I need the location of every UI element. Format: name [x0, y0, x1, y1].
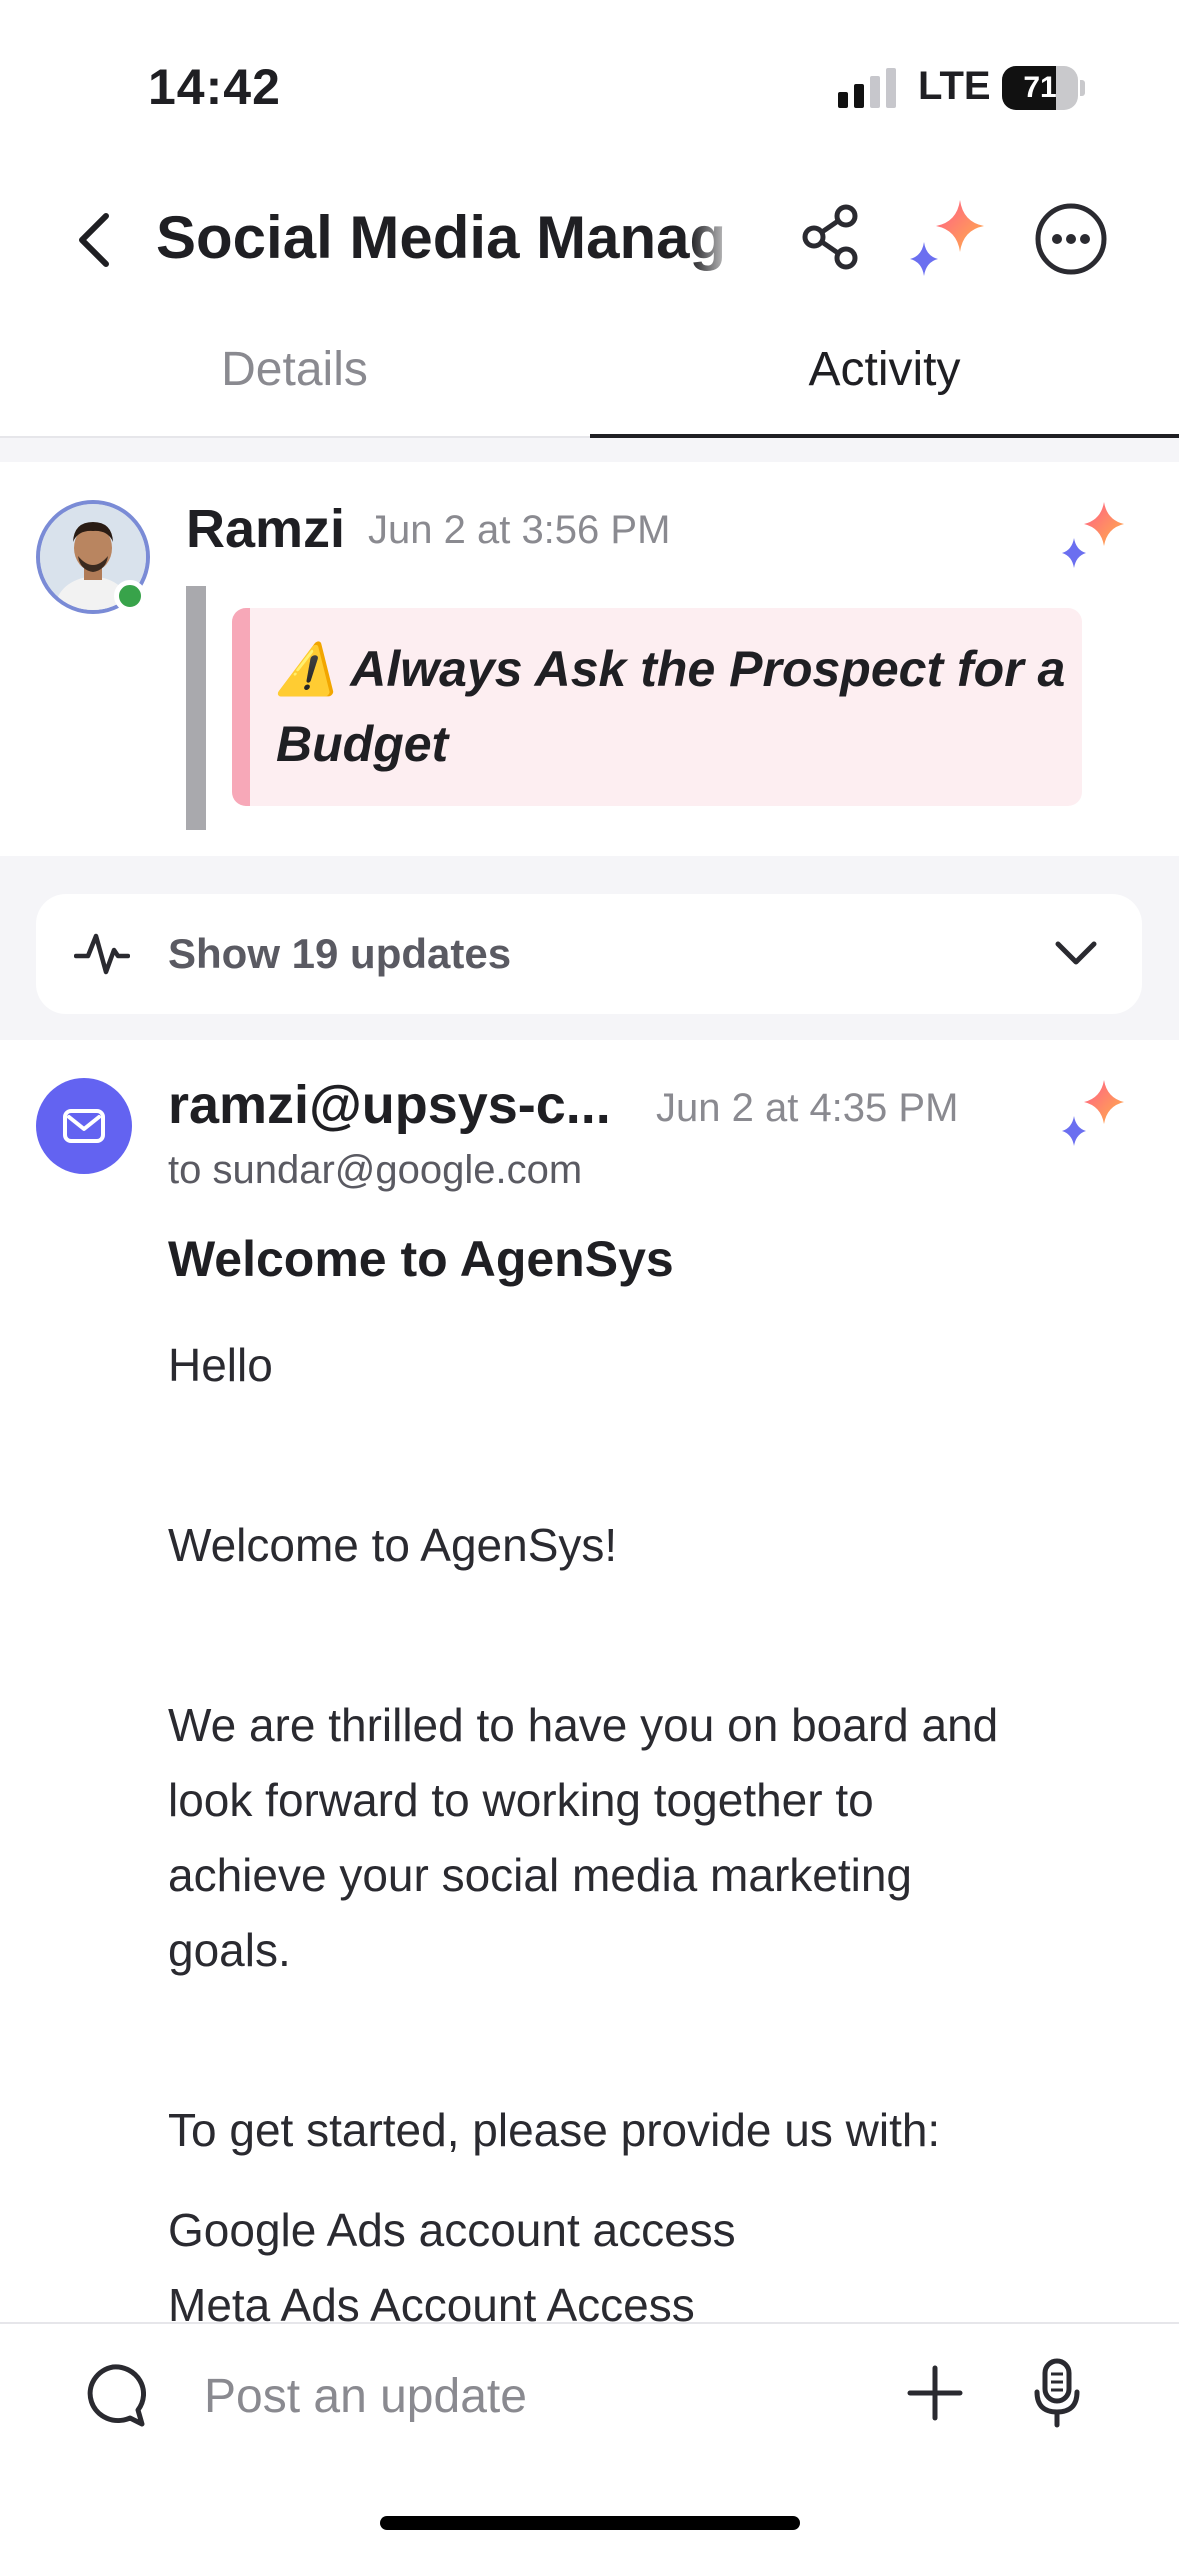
title-fade [690, 196, 740, 280]
email-recipient: to sundar@google.com [168, 1148, 583, 1192]
microphone-icon[interactable] [1032, 2358, 1082, 2428]
post-update-input[interactable] [180, 2358, 888, 2434]
email-welcome: Welcome to AgenSys! [168, 1519, 618, 1571]
email-greeting: Hello [168, 1339, 273, 1391]
email-paragraph-line: look forward to working together to [168, 1774, 874, 1826]
more-options-icon[interactable] [1034, 202, 1108, 276]
activity-pulse-icon [74, 933, 130, 975]
battery-icon: 71 [1002, 66, 1086, 110]
callout-text: ⚠️ Always Ask the Prospect for a Budget [276, 641, 1066, 772]
email-subject: Welcome to AgenSys [168, 1231, 674, 1287]
tab-details[interactable]: Details [0, 320, 589, 430]
home-indicator[interactable] [380, 2516, 800, 2530]
comment-author[interactable]: Ramzi [186, 498, 345, 560]
callout-block: ⚠️ Always Ask the Prospect for a Budget [232, 608, 1082, 806]
ai-sparkle-icon[interactable] [908, 198, 990, 278]
section-gap [0, 438, 1179, 462]
online-status-dot [114, 580, 146, 612]
chevron-left-icon[interactable] [72, 210, 120, 270]
email-paragraph-line: goals. [168, 1924, 291, 1976]
page-title: Social Media Manag [156, 204, 727, 271]
tab-activity[interactable]: Activity [590, 320, 1179, 430]
email-list-item: Google Ads account access [168, 2204, 736, 2256]
email-prompt: To get started, please provide us with: [168, 2104, 941, 2156]
email-paragraph-line: achieve your social media marketing [168, 1849, 913, 1901]
comment-bubble-icon [87, 2364, 146, 2427]
email-timestamp: Jun 2 at 4:35 PM [656, 1086, 959, 1130]
battery-level: 71 [1023, 71, 1057, 104]
mail-icon [63, 1109, 105, 1143]
status-time: 14:42 [148, 59, 281, 115]
comment-timestamp: Jun 2 at 3:56 PM [368, 508, 671, 552]
quote-bar [186, 586, 206, 830]
plus-icon[interactable] [906, 2364, 964, 2422]
share-icon[interactable] [800, 204, 862, 270]
network-type: LTE [918, 64, 991, 108]
ai-sparkle-icon[interactable] [1060, 1078, 1130, 1148]
show-updates-label[interactable]: Show 19 updates [168, 930, 511, 978]
email-paragraph-line: We are thrilled to have you on board and [168, 1699, 999, 1751]
email-sender[interactable]: ramzi@upsys-c... [168, 1074, 628, 1136]
ai-sparkle-icon[interactable] [1060, 500, 1130, 570]
cellular-signal-icon [838, 68, 896, 108]
chevron-down-icon[interactable] [1054, 938, 1098, 968]
